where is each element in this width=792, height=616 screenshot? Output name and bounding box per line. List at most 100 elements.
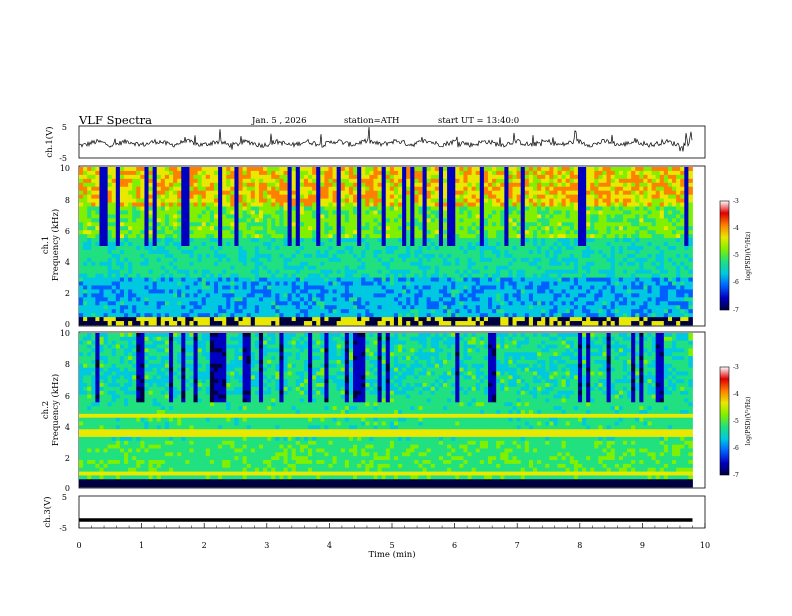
spectrogram-cell (525, 270, 529, 274)
spectrogram-cell (181, 167, 185, 171)
spectrogram-cell (194, 195, 198, 199)
spectrogram-cell (533, 167, 537, 171)
spectrogram-cell (611, 238, 615, 242)
spectrogram-cell (607, 171, 611, 175)
spectrogram-cell (594, 246, 598, 250)
spectrogram-cell (562, 266, 566, 270)
spectrogram-cell (87, 191, 91, 195)
spectrogram-cell (165, 234, 169, 238)
spectrogram-cell (251, 282, 255, 286)
spectrogram-cell (533, 207, 537, 211)
spectrogram-cell (202, 262, 206, 266)
spectrogram-cell (463, 187, 467, 191)
spectrogram-cell (349, 195, 353, 199)
spectrogram-cell (288, 289, 292, 293)
spectrogram-cell (341, 179, 345, 183)
spectrogram-cell (112, 270, 116, 274)
spectrogram-cell (112, 262, 116, 266)
spectrogram-cell (386, 293, 390, 297)
spectrogram-cell (431, 234, 435, 238)
spectrogram-cell (173, 274, 177, 278)
spectrogram-cell (165, 210, 169, 214)
spectrogram-cell (222, 214, 226, 218)
spectrogram-cell (455, 199, 459, 203)
spectrogram-cell (214, 210, 218, 214)
spectrogram-cell (194, 274, 198, 278)
spectrogram-cell (296, 183, 300, 187)
spectrogram-cell (590, 258, 594, 262)
spectrogram-cell (500, 179, 504, 183)
spectrogram-cell (292, 191, 296, 195)
spectrogram-cell (239, 183, 243, 187)
spectrogram-cell (627, 242, 631, 246)
spectrogram-cell (373, 258, 377, 262)
spectrogram-cell (218, 230, 222, 234)
spectrogram-cell (198, 167, 202, 171)
spectrogram-cell (615, 270, 619, 274)
spectrogram-cell (427, 171, 431, 175)
spectrogram-cell (586, 246, 590, 250)
spectrogram-cell (598, 203, 602, 207)
spectrogram-cell (271, 286, 275, 290)
spectrogram-cell (533, 242, 537, 246)
spectrogram-cell (468, 203, 472, 207)
spectrogram-cell (95, 270, 99, 274)
spectrogram-cell (427, 238, 431, 242)
spectrogram-cell (660, 203, 664, 207)
spectrogram-cell (116, 286, 120, 290)
spectrogram-cell (271, 238, 275, 242)
spectrogram-cell (443, 238, 447, 242)
spectrogram-cell (541, 226, 545, 230)
spectrogram-cell (382, 210, 386, 214)
spectrogram-cell (398, 282, 402, 286)
spectrogram-cell (598, 286, 602, 290)
spectrogram-cell (394, 195, 398, 199)
spectrogram-cell (484, 262, 488, 266)
spectrogram-cell (431, 250, 435, 254)
spectrogram-cell (623, 266, 627, 270)
spectrogram-cell (316, 222, 320, 226)
spectrogram-cell (525, 258, 529, 262)
spectrogram-cell (345, 214, 349, 218)
spectrogram-cell (194, 210, 198, 214)
spectrogram-cell (320, 230, 324, 234)
spectrogram-cell (112, 246, 116, 250)
spectrogram-cell (525, 199, 529, 203)
spectrogram-cell (517, 226, 521, 230)
spectrogram-cell (590, 270, 594, 274)
spectrogram-cell (525, 242, 529, 246)
spectrogram-cell (537, 242, 541, 246)
spectrogram-cell (230, 278, 234, 282)
spectrogram-cell (361, 199, 365, 203)
spectrogram-cell (500, 210, 504, 214)
spectrogram-cell (598, 222, 602, 226)
spectrogram-cell (185, 171, 189, 175)
spectrogram-cell (165, 238, 169, 242)
spectrogram-cell (173, 218, 177, 222)
spectrogram-cell (586, 234, 590, 238)
spectrogram-cell (652, 214, 656, 218)
spectrogram-cell (108, 297, 112, 301)
spectrogram-cell (124, 191, 128, 195)
spectrogram-cell (198, 238, 202, 242)
spectrogram-cell (316, 179, 320, 183)
spectrogram-cell (181, 262, 185, 266)
spectrogram-cell (484, 195, 488, 199)
spectrogram-cell (431, 278, 435, 282)
spectrogram-cell (83, 199, 87, 203)
spectrogram-cell (574, 282, 578, 286)
spectrogram-cell (132, 258, 136, 262)
ch1-spectrogram-panel: 10 8 6 4 2 0 ch.1 Frequency (kHz) (41, 164, 705, 329)
spectrogram-cell (402, 278, 406, 282)
spectrogram-cell (574, 226, 578, 230)
spectrogram-cell (288, 246, 292, 250)
spectrogram-cell (296, 214, 300, 218)
spectrogram-cell (643, 293, 647, 297)
spectrogram-cell (508, 167, 512, 171)
spectrogram-cell (300, 183, 304, 187)
spectrogram-cell (292, 214, 296, 218)
spectrogram-cell (116, 234, 120, 238)
spectrogram-cell (316, 266, 320, 270)
spectrogram-cell (566, 234, 570, 238)
spectrogram-cell (562, 258, 566, 262)
